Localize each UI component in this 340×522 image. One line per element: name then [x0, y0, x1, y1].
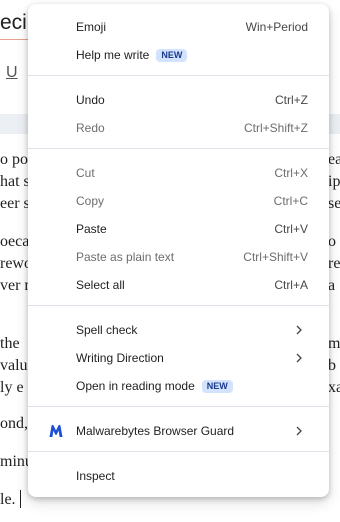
doc-text-line: m — [328, 335, 340, 352]
doc-text-line: le. — [0, 491, 16, 508]
doc-text-line: re — [328, 255, 340, 272]
context-menu: Emoji Win+Period Help me write NEW Undo C… — [28, 4, 329, 497]
menu-item-select-all[interactable]: Select all Ctrl+A — [28, 271, 329, 299]
menu-item-emoji[interactable]: Emoji Win+Period — [28, 13, 329, 41]
doc-text-line: ip — [328, 173, 340, 190]
doc-text-line: minu — [0, 453, 30, 470]
doc-text-line: oeca — [0, 233, 30, 250]
menu-item-paste-plain-text[interactable]: Paste as plain text Ctrl+Shift+V — [28, 243, 329, 271]
menu-item-shortcut: Ctrl+C — [273, 194, 308, 208]
menu-item-label: Open in reading mode — [76, 379, 195, 393]
doc-text-line: ea — [328, 151, 340, 168]
chevron-right-icon — [296, 426, 302, 436]
new-badge: NEW — [156, 49, 188, 62]
menu-separator — [28, 406, 329, 407]
doc-text-line: se — [328, 195, 340, 212]
menu-separator — [28, 451, 329, 452]
doc-text-line: valu — [0, 357, 28, 374]
doc-text-line: eer s — [0, 195, 30, 212]
menu-item-label: Help me write — [76, 48, 150, 62]
menu-item-label: Paste as plain text — [76, 250, 175, 264]
menu-item-label: Select all — [76, 278, 125, 292]
malwarebytes-icon — [49, 424, 63, 437]
menu-item-undo[interactable]: Undo Ctrl+Z — [28, 86, 329, 114]
doc-text-line: a — [328, 277, 336, 294]
doc-text-line: the — [0, 335, 20, 352]
menu-item-reading-mode[interactable]: Open in reading mode NEW — [28, 372, 329, 400]
chevron-right-icon — [296, 353, 302, 363]
doc-text-line: o — [328, 233, 336, 250]
menu-item-writing-direction[interactable]: Writing Direction — [28, 344, 329, 372]
menu-item-shortcut: Ctrl+Z — [275, 93, 308, 107]
chevron-right-icon — [296, 325, 302, 335]
menu-item-spell-check[interactable]: Spell check — [28, 316, 329, 344]
menu-item-redo[interactable]: Redo Ctrl+Shift+Z — [28, 114, 329, 142]
menu-item-malwarebytes[interactable]: Malwarebytes Browser Guard — [28, 417, 329, 445]
menu-item-shortcut: Win+Period — [245, 20, 308, 34]
new-badge: NEW — [201, 380, 233, 393]
doc-text-line: xa — [328, 379, 340, 396]
menu-separator — [28, 75, 329, 76]
menu-separator — [28, 305, 329, 306]
menu-item-label: Emoji — [76, 20, 107, 34]
menu-item-shortcut: Ctrl+V — [274, 222, 308, 236]
menu-item-label: Writing Direction — [76, 351, 164, 365]
menu-item-label: Redo — [76, 121, 105, 135]
underline-button[interactable]: U — [6, 64, 18, 82]
menu-item-paste[interactable]: Paste Ctrl+V — [28, 215, 329, 243]
menu-item-copy[interactable]: Copy Ctrl+C — [28, 187, 329, 215]
menu-item-shortcut: Ctrl+A — [274, 278, 308, 292]
menu-item-label: Malwarebytes Browser Guard — [76, 424, 235, 438]
doc-text-line: ly e — [0, 379, 24, 396]
menu-item-label: Undo — [76, 93, 105, 107]
menu-item-cut[interactable]: Cut Ctrl+X — [28, 159, 329, 187]
doc-text-line: ond, — [0, 415, 28, 432]
menu-item-shortcut: Ctrl+X — [274, 166, 308, 180]
doc-text-line: b — [328, 357, 336, 374]
menu-item-label: Cut — [76, 166, 95, 180]
doc-text-line: hat s — [0, 173, 30, 190]
menu-separator — [28, 148, 329, 149]
menu-item-shortcut: Ctrl+Shift+Z — [243, 121, 308, 135]
doc-text-line: o pot — [0, 151, 30, 168]
menu-item-label: Spell check — [76, 323, 138, 337]
doc-text-line: rewo — [0, 255, 30, 272]
menu-item-shortcut: Ctrl+Shift+V — [243, 250, 308, 264]
menu-item-inspect[interactable]: Inspect — [28, 462, 329, 490]
doc-text-line: ver n — [0, 277, 30, 294]
text-caret — [20, 490, 21, 508]
menu-item-label: Paste — [76, 222, 107, 236]
menu-item-help-me-write[interactable]: Help me write NEW — [28, 41, 329, 69]
menu-item-label: Inspect — [76, 469, 115, 483]
menu-item-label: Copy — [76, 194, 105, 208]
